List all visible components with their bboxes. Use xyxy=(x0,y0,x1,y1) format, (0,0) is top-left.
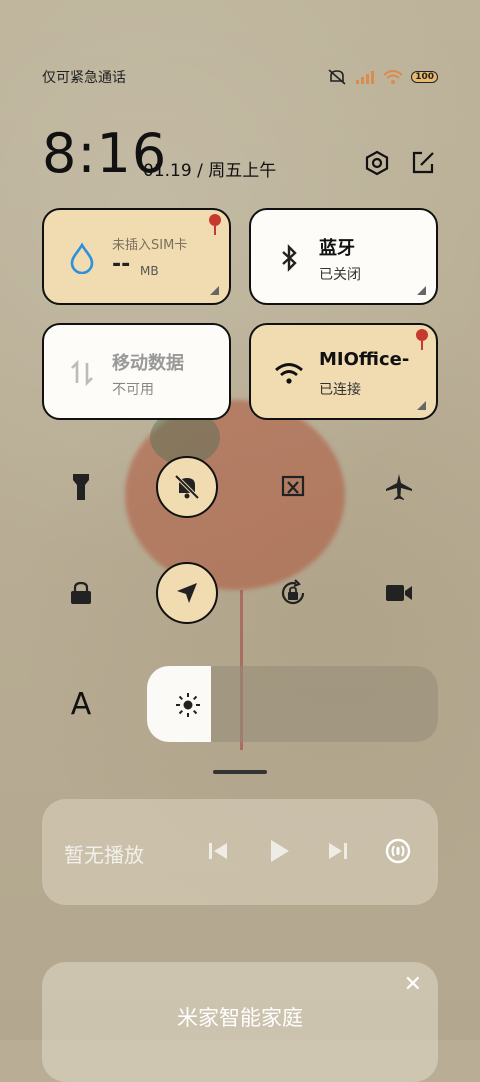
status-icons: 100 xyxy=(327,68,438,86)
font-size-icon: A xyxy=(70,686,92,722)
play-icon[interactable] xyxy=(264,837,292,865)
location-toggle[interactable] xyxy=(156,562,218,624)
flashlight-toggle[interactable] xyxy=(50,456,112,518)
data-usage-title: 未插入SIM卡 xyxy=(112,238,188,253)
carrier-text: 仅可紧急通话 xyxy=(42,70,126,86)
next-track-icon[interactable] xyxy=(324,837,352,865)
cast-device-icon[interactable] xyxy=(384,837,412,865)
screenshot-toggle[interactable] xyxy=(262,456,324,518)
sun-icon xyxy=(176,693,200,717)
silent-mode-toggle[interactable] xyxy=(156,456,218,518)
rotation-lock-icon xyxy=(281,579,305,605)
wifi-title: MIOffice- xyxy=(319,349,410,370)
bluetooth-title: 蓝牙 xyxy=(319,238,355,259)
wifi-icon xyxy=(275,363,303,384)
wifi-status: 已连接 xyxy=(319,382,361,398)
expand-corner-icon xyxy=(417,286,426,295)
smart-home-title: 米家智能家庭 xyxy=(177,1006,303,1030)
mobile-data-status: 不可用 xyxy=(112,382,154,398)
data-usage-unit: MB xyxy=(140,264,159,278)
flashlight-icon xyxy=(73,474,89,500)
expand-corner-icon xyxy=(417,401,426,410)
wifi-status-icon xyxy=(383,70,403,84)
mobile-data-icon xyxy=(71,359,93,387)
airplane-icon xyxy=(386,474,412,500)
settings-icon[interactable] xyxy=(364,150,390,176)
lock-screen-toggle[interactable] xyxy=(50,562,112,624)
status-bar: 仅可紧急通话 100 xyxy=(42,66,438,88)
bluetooth-icon xyxy=(282,244,297,272)
water-drop-icon xyxy=(70,242,94,274)
font-size-toggle[interactable]: A xyxy=(50,673,112,735)
airplane-mode-toggle[interactable] xyxy=(368,456,430,518)
bluetooth-status: 已关闭 xyxy=(319,267,361,283)
scissors-icon xyxy=(281,475,305,497)
data-usage-tile[interactable]: 未插入SIM卡 -- MB xyxy=(42,208,231,305)
mute-icon xyxy=(328,69,346,85)
brightness-slider[interactable] xyxy=(147,666,438,742)
close-icon[interactable]: ✕ xyxy=(404,972,422,997)
edit-icon[interactable] xyxy=(410,150,436,176)
expand-corner-icon xyxy=(210,286,219,295)
bell-off-icon xyxy=(174,474,200,500)
mobile-data-tile[interactable]: 移动数据 不可用 xyxy=(42,323,231,420)
signal-icon xyxy=(356,71,375,84)
wifi-tile[interactable]: MIOffice- 已连接 xyxy=(249,323,438,420)
knot-ornament-icon xyxy=(416,329,428,350)
media-player: 暂无播放 xyxy=(42,799,438,905)
date: 01.19 / 周五上午 xyxy=(143,161,277,181)
media-status-label: 暂无播放 xyxy=(64,843,144,867)
lock-icon xyxy=(71,581,91,604)
rotation-lock-toggle[interactable] xyxy=(262,562,324,624)
battery-icon: 100 xyxy=(411,71,438,83)
bluetooth-tile[interactable]: 蓝牙 已关闭 xyxy=(249,208,438,305)
data-usage-value: -- xyxy=(112,252,131,277)
previous-track-icon[interactable] xyxy=(204,837,232,865)
video-camera-icon xyxy=(386,585,412,601)
location-arrow-icon xyxy=(177,583,197,603)
smart-home-card[interactable]: ✕ 米家智能家庭 xyxy=(42,962,438,1082)
knot-ornament-icon xyxy=(209,214,221,235)
drag-handle[interactable] xyxy=(213,770,267,774)
mobile-data-title: 移动数据 xyxy=(112,353,184,374)
screen-record-toggle[interactable] xyxy=(368,562,430,624)
